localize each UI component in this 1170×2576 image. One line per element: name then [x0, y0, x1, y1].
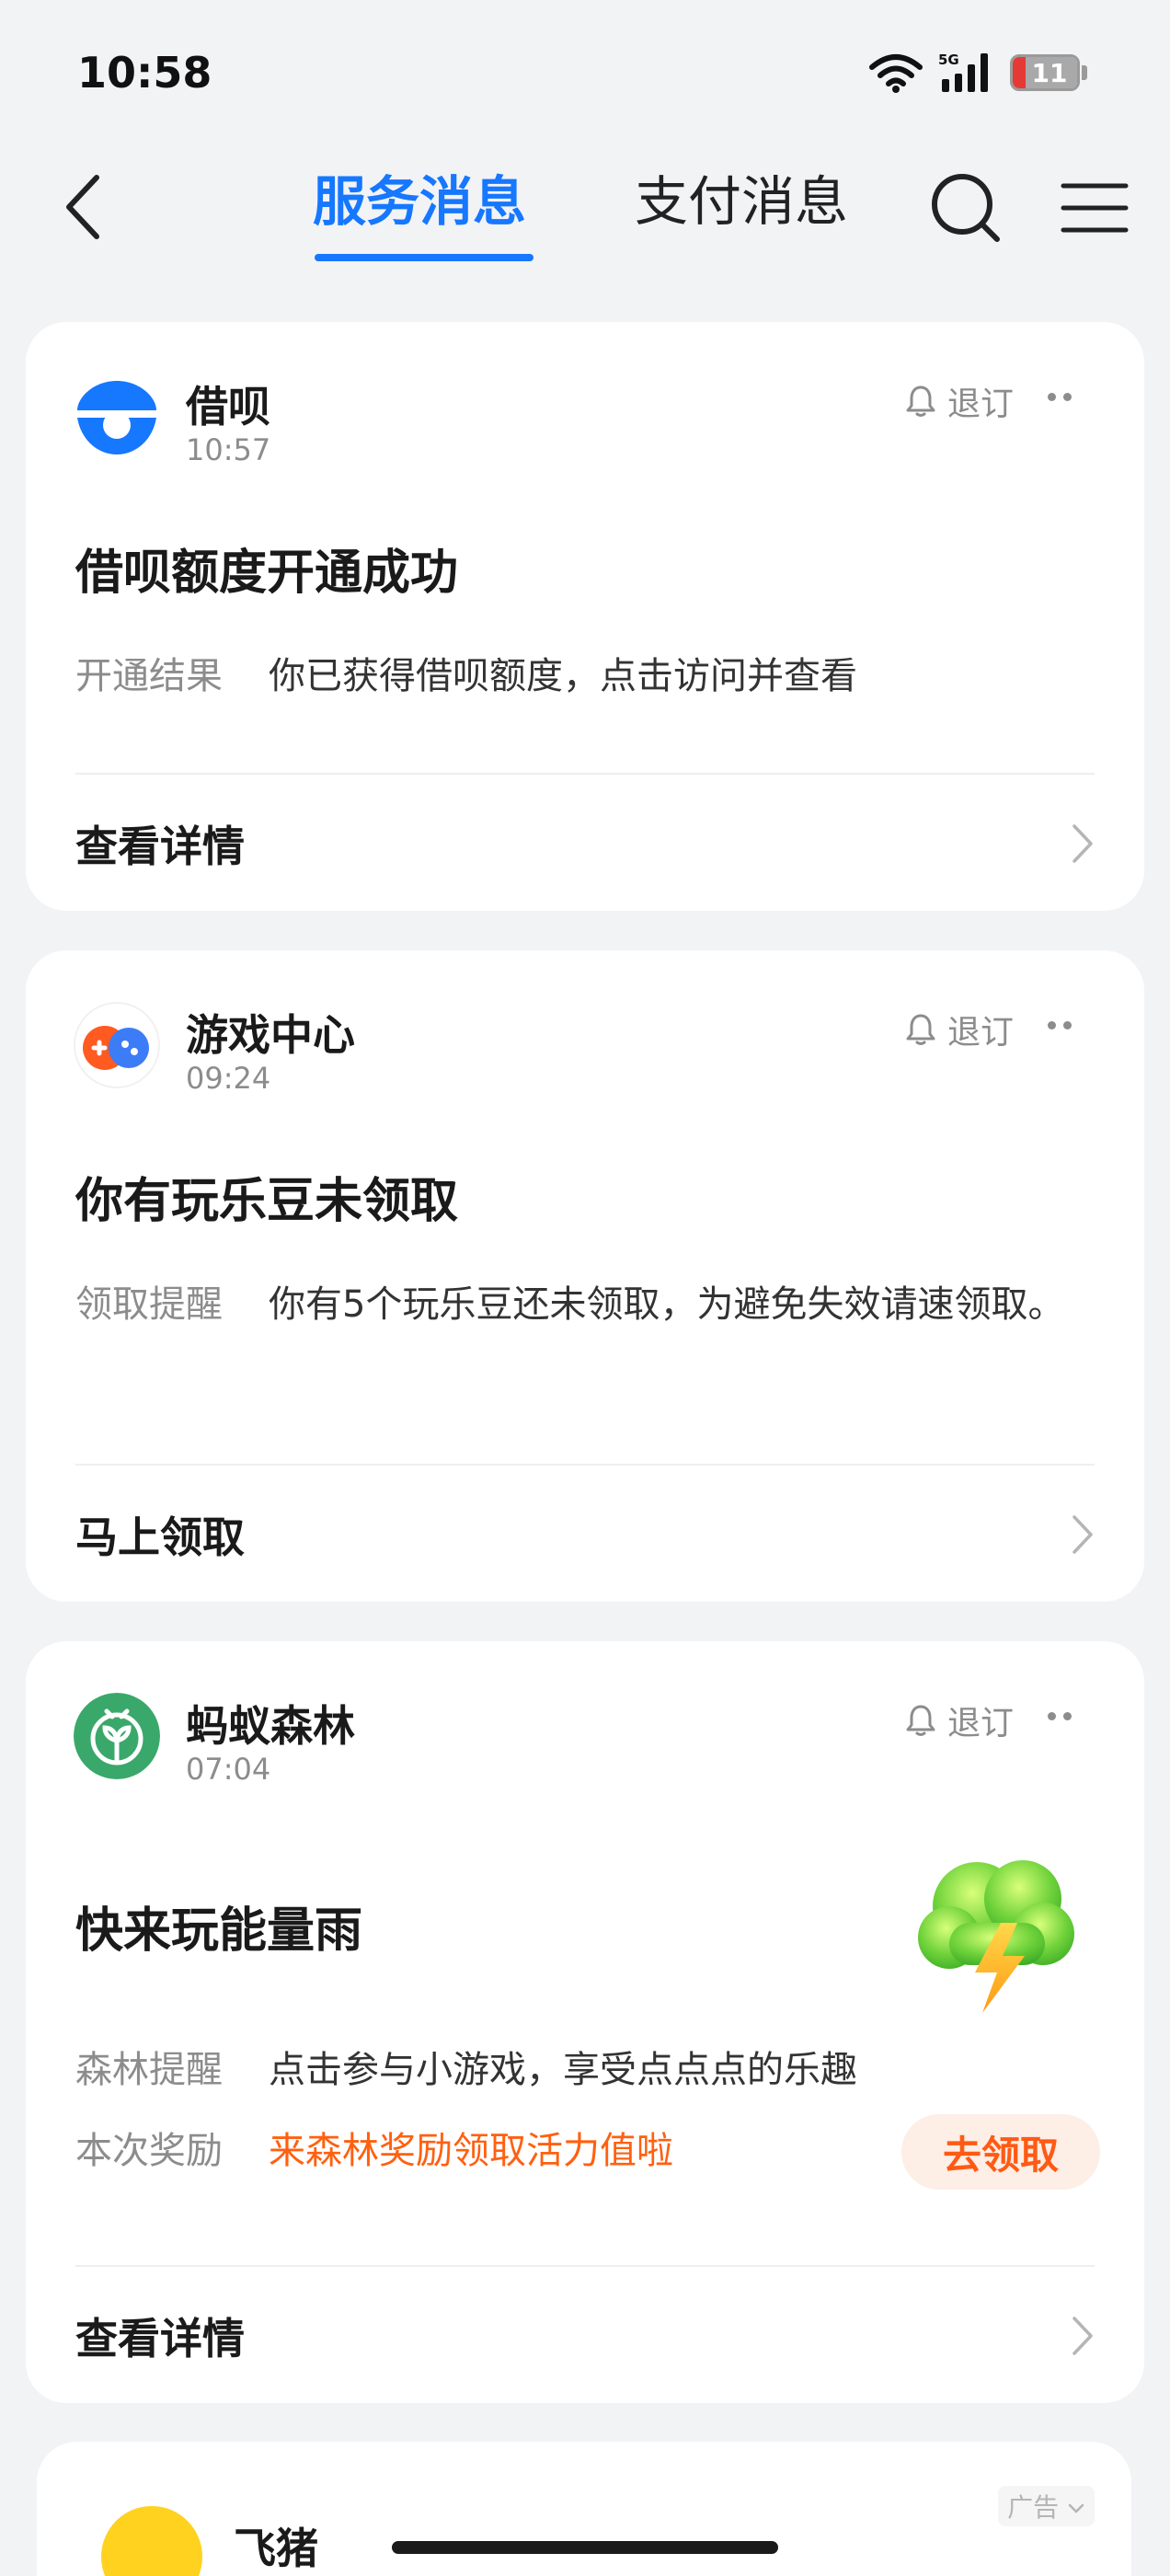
chevron-right-icon	[1072, 1515, 1093, 1554]
detail-label: 开通结果	[75, 655, 223, 697]
more-options-button[interactable]	[1032, 374, 1087, 420]
search-button[interactable]	[920, 162, 1012, 254]
message-title: 你有玩乐豆未领取	[75, 1174, 459, 1229]
action-label: 查看详情	[75, 2314, 245, 2363]
ad-logo-icon	[101, 2506, 202, 2576]
detail-label: 本次奖励	[75, 2130, 223, 2172]
unsubscribe-label: 退订	[946, 1014, 1014, 1052]
signal-5g-icon: 5G	[938, 52, 988, 92]
ad-service-name: 飞猪	[234, 2524, 318, 2573]
service-name[interactable]: 蚂蚁森林	[186, 1693, 355, 1754]
wifi-icon	[869, 54, 923, 93]
ad-badge-label: 广告	[1007, 2492, 1060, 2523]
unsubscribe-button[interactable]: 退订	[905, 377, 1014, 425]
status-time: 10:58	[77, 48, 212, 98]
card-header: 游戏中心 09:24 退订	[74, 1002, 1096, 1096]
ad-badge[interactable]: 广告	[998, 2486, 1095, 2526]
service-messages-screen: 10:58 5G 11 服务消息 支付消息 借呗 10:57 退订 借呗额度开通…	[0, 0, 1170, 2576]
view-details-link[interactable]: 查看详情	[75, 802, 1095, 885]
search-icon	[932, 174, 1000, 242]
chevron-right-icon	[1072, 2317, 1093, 2355]
jiebei-logo-icon[interactable]	[74, 374, 160, 460]
message-time: 07:04	[186, 1752, 271, 1787]
unsubscribe-button[interactable]: 退订	[905, 1006, 1014, 1053]
service-name[interactable]: 借呗	[186, 374, 270, 434]
ant-forest-logo-icon[interactable]	[74, 1693, 160, 1779]
chevron-down-icon	[1068, 2503, 1084, 2513]
more-dots-icon	[1048, 392, 1056, 401]
message-detail-row: 领取提醒 你有5个玩乐豆还未领取，为避免失效请速领取。	[75, 1277, 1071, 1332]
divider	[75, 1464, 1095, 1466]
home-indicator[interactable]	[392, 2541, 778, 2554]
more-dots-icon	[1048, 1020, 1056, 1029]
nav-bar: 服务消息 支付消息	[0, 147, 1170, 276]
tab-service-messages[interactable]: 服务消息	[313, 160, 526, 243]
view-details-link[interactable]: 查看详情	[75, 2294, 1095, 2377]
divider	[75, 2265, 1095, 2267]
energy-rain-cloud-icon	[918, 1860, 1074, 2013]
game-center-logo-icon[interactable]	[74, 1002, 160, 1088]
action-label: 马上领取	[75, 1512, 245, 1562]
back-button[interactable]	[46, 166, 120, 248]
status-bar: 10:58 5G 11	[0, 0, 1170, 138]
message-title: 快来玩能量雨	[75, 1903, 363, 1959]
menu-button[interactable]	[1049, 162, 1141, 254]
card-header: 借呗 10:57 退订	[74, 374, 1096, 467]
more-dots-icon	[1048, 1711, 1056, 1720]
card-header: 蚂蚁森林 07:04 退订	[74, 1693, 1096, 1787]
more-dot	[1063, 1711, 1072, 1720]
more-dot	[1063, 392, 1072, 401]
detail-value: 点击参与小游戏，享受点点点的乐趣	[269, 2049, 857, 2091]
service-name[interactable]: 游戏中心	[186, 1002, 355, 1063]
battery-cap	[1082, 65, 1087, 80]
bell-icon	[906, 385, 935, 417]
svg-text:5G: 5G	[938, 52, 959, 68]
unsubscribe-button[interactable]: 退订	[905, 1696, 1014, 1744]
message-card-jiebei: 借呗 10:57 退订 借呗额度开通成功 开通结果 你已获得借呗额度，点击访问并…	[26, 322, 1144, 911]
menu-icon	[1061, 183, 1129, 233]
more-dot	[1063, 1020, 1072, 1029]
message-time: 09:24	[186, 1061, 271, 1096]
message-title: 借呗额度开通成功	[75, 546, 459, 601]
detail-label: 领取提醒	[75, 1283, 223, 1326]
detail-value: 你已获得借呗额度，点击访问并查看	[269, 655, 857, 697]
chevron-left-icon	[66, 175, 99, 239]
detail-value: 你有5个玩乐豆还未领取，为避免失效请速领取。	[269, 1283, 1065, 1326]
unsubscribe-label: 退订	[946, 385, 1014, 423]
message-card-game-center: 游戏中心 09:24 退订 你有玩乐豆未领取 领取提醒 你有5个玩乐豆还未领取，…	[26, 950, 1144, 1602]
claim-reward-button[interactable]: 去领取	[901, 2114, 1100, 2190]
message-detail-row: 开通结果 你已获得借呗额度，点击访问并查看	[75, 649, 1071, 704]
detail-label: 森林提醒	[75, 2049, 223, 2091]
active-tab-indicator	[315, 254, 533, 261]
bell-icon	[906, 1014, 935, 1045]
bell-icon	[906, 1705, 935, 1736]
status-icons: 5G 11	[868, 52, 1087, 94]
message-card-ant-forest: 蚂蚁森林 07:04 退订 快来玩能量雨 森林提醒 点击参与小游戏，享受点点点的…	[26, 1641, 1144, 2403]
message-time: 10:57	[186, 432, 271, 467]
tab-payment-messages[interactable]: 支付消息	[635, 160, 848, 243]
claim-now-link[interactable]: 马上领取	[75, 1493, 1095, 1576]
ad-card[interactable]: 飞猪 广告	[37, 2442, 1131, 2576]
more-options-button[interactable]	[1032, 1693, 1087, 1739]
divider	[75, 773, 1095, 775]
battery-icon: 11	[1010, 54, 1080, 91]
battery-percentage: 11	[1031, 57, 1068, 88]
action-label: 查看详情	[75, 822, 245, 871]
chevron-right-icon	[1072, 824, 1093, 863]
more-options-button[interactable]	[1032, 1002, 1087, 1048]
message-detail-row: 森林提醒 点击参与小游戏，享受点点点的乐趣	[75, 2042, 1071, 2098]
unsubscribe-label: 退订	[946, 1705, 1014, 1742]
